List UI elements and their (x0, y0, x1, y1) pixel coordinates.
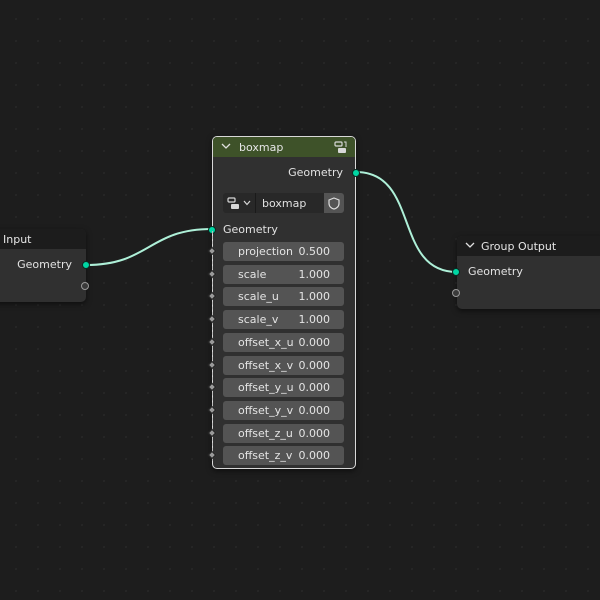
input-field-value: 0.000 (298, 403, 331, 417)
input-field-label: scale_u (238, 290, 279, 304)
geometry-input-label: Geometry (468, 265, 523, 278)
fake-user-button[interactable] (324, 193, 344, 213)
geometry-input-label: Geometry (223, 223, 278, 236)
group-output-node[interactable]: Group Output Geometry (452, 236, 600, 309)
input-field-value: 0.000 (298, 449, 331, 463)
input-field-label: scale_v (238, 313, 279, 327)
node-group-selector[interactable]: boxmap (223, 193, 344, 213)
group-input-header[interactable]: Input (0, 229, 86, 249)
input-field-value: 0.000 (298, 426, 331, 440)
node-group-browse-button[interactable] (223, 193, 256, 213)
chevron-down-icon (243, 200, 251, 206)
node-group-name-field[interactable]: boxmap (256, 193, 324, 213)
geometry-output-socket[interactable] (352, 169, 360, 177)
chevron-down-icon[interactable] (465, 241, 479, 252)
input-field-offset-z-v[interactable]: offset_z_v 0.000 (223, 446, 344, 466)
node-tree-icon (227, 196, 240, 210)
input-field-label: offset_x_v (238, 358, 294, 372)
input-field-offset-z-u[interactable]: offset_z_u 0.000 (223, 423, 344, 443)
group-input-title: Input (3, 232, 32, 246)
input-field-label: offset_y_v (238, 403, 294, 417)
node-tree-icon (334, 140, 347, 154)
input-field-label: offset_z_u (238, 426, 293, 440)
input-field-scale-u[interactable]: scale_u 1.000 (223, 287, 344, 307)
input-field-projection[interactable]: projection 0.500 (223, 242, 344, 261)
boxmap-header[interactable]: boxmap (213, 137, 355, 157)
input-field-value: 0.500 (298, 245, 331, 258)
input-field-label: offset_y_u (238, 381, 294, 395)
input-field-value: 1.000 (298, 290, 331, 304)
input-field-value: 0.000 (298, 381, 331, 395)
boxmap-node[interactable]: boxmap Geometry boxmap Geometry projecti… (207, 136, 360, 469)
empty-output-socket[interactable] (81, 282, 89, 290)
geometry-input-socket[interactable] (452, 268, 460, 276)
geometry-output-label: Geometry (288, 166, 343, 179)
input-field-label: offset_z_v (238, 449, 293, 463)
input-field-value: 0.000 (298, 335, 331, 349)
shield-icon (328, 196, 340, 210)
input-field-value: 1.000 (298, 267, 331, 281)
input-field-label: scale (238, 267, 267, 281)
input-field-scale-v[interactable]: scale_v 1.000 (223, 310, 344, 330)
geometry-output-socket[interactable] (82, 261, 90, 269)
boxmap-title: boxmap (239, 140, 284, 154)
input-field-scale[interactable]: scale 1.000 (223, 264, 344, 284)
chevron-down-icon[interactable] (221, 142, 235, 153)
input-field-offset-y-u[interactable]: offset_y_u 0.000 (223, 378, 344, 398)
group-input-node[interactable]: Input Geometry (0, 229, 90, 302)
input-field-value: 1.000 (298, 313, 331, 327)
group-output-header[interactable]: Group Output (457, 236, 600, 256)
geometry-output-label: Geometry (17, 258, 72, 271)
group-output-title: Group Output (481, 239, 557, 253)
input-field-label: projection (238, 245, 293, 258)
input-field-offset-x-u[interactable]: offset_x_u 0.000 (223, 332, 344, 352)
input-field-offset-y-v[interactable]: offset_y_v 0.000 (223, 400, 344, 420)
input-field-value: 0.000 (298, 358, 331, 372)
input-field-offset-x-v[interactable]: offset_x_v 0.000 (223, 355, 344, 375)
input-field-label: offset_x_u (238, 335, 294, 349)
empty-input-socket[interactable] (452, 289, 460, 297)
